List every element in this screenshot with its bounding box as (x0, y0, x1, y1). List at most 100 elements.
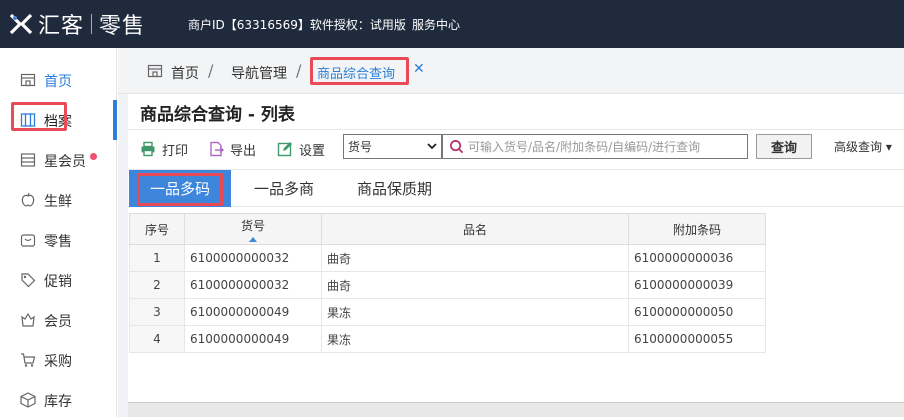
horizontal-scrollbar[interactable] (128, 402, 904, 417)
tab-bar: 一品多码 一品多商 商品保质期 (128, 169, 904, 207)
cell-name: 果冻 (321, 298, 629, 326)
tag-icon (21, 273, 36, 288)
export-label: 导出 (230, 143, 257, 159)
table-row[interactable]: 2 6100000000032 曲奇 6100000000039 (129, 271, 766, 299)
close-tab-icon[interactable]: ✕ (413, 61, 425, 77)
table-row[interactable]: 4 6100000000049 果冻 6100000000055 (129, 325, 766, 353)
retail-icon (20, 234, 36, 247)
product-table: 序号 货号 品名 附加条码 1 6100000000032 曲奇 6100000… (129, 213, 766, 353)
cell-sku: 6100000000049 (184, 325, 322, 353)
tab-shelf-life[interactable]: 商品保质期 (357, 170, 432, 207)
advanced-query-button[interactable]: 高级查询 ▾ (834, 138, 892, 155)
sidebar-item-inventory[interactable]: 库存 (0, 380, 117, 420)
merchant-info: 商户ID【63316569】软件授权：试用版 (188, 18, 406, 32)
print-button[interactable]: 打印 (140, 138, 188, 160)
sidebar-item-label: 零售 (44, 234, 72, 250)
sidebar-item-promotion[interactable]: 促销 (0, 260, 117, 300)
cell-index: 4 (129, 325, 185, 353)
cell-sku: 6100000000049 (184, 298, 322, 326)
cell-sku: 6100000000032 (184, 271, 322, 299)
breadcrumb-home[interactable]: 首页 (171, 63, 199, 83)
logo-icon (9, 13, 33, 35)
sort-asc-icon (249, 236, 257, 242)
sidebar-item-label: 库存 (44, 394, 72, 410)
app-logo: 汇客 零售 (8, 9, 145, 39)
breadcrumb-separator: / (208, 61, 214, 80)
archive-icon (20, 113, 36, 127)
cell-barcode: 6100000000039 (628, 271, 766, 299)
content-panel: 商品综合查询 - 列表 打印 导出 设置 货号 可输入货号/品名/附加条码/自编… (128, 94, 904, 417)
member-icon (21, 312, 35, 327)
breadcrumb-current-tab[interactable]: 商品综合查询 (317, 61, 395, 83)
export-icon (210, 141, 224, 157)
tab-multi-code[interactable]: 一品多码 (129, 170, 231, 207)
cell-barcode: 6100000000055 (628, 325, 766, 353)
brand-sub: 零售 (99, 14, 146, 39)
settings-label: 设置 (299, 143, 326, 159)
cell-sku: 6100000000032 (184, 244, 322, 272)
search-field-value: 货号 (348, 140, 373, 154)
print-label: 打印 (162, 143, 189, 159)
settings-button[interactable]: 设置 (277, 138, 325, 160)
search-input[interactable]: 可输入货号/品名/附加条码/自编码/进行查询 (442, 134, 748, 159)
sidebar-item-retail[interactable]: 零售 (0, 220, 117, 260)
service-center-link[interactable]: 服务中心 (412, 16, 460, 33)
search-icon (450, 140, 464, 154)
cell-index: 2 (129, 271, 185, 299)
sidebar-item-home[interactable]: 首页 (0, 60, 117, 100)
page-title: 商品综合查询 - 列表 (140, 105, 295, 125)
print-icon (141, 141, 155, 157)
home-icon (20, 73, 36, 87)
chevron-down-icon (427, 143, 437, 150)
active-indicator (113, 100, 117, 140)
divider (128, 129, 904, 130)
notification-dot (90, 153, 97, 160)
sidebar-item-label: 促销 (44, 274, 72, 290)
cart-icon (21, 353, 36, 367)
column-header-index[interactable]: 序号 (129, 213, 185, 245)
query-button[interactable]: 查询 (756, 134, 812, 159)
inventory-icon (20, 392, 36, 408)
sidebar-item-label: 首页 (44, 74, 72, 90)
sidebar-item-purchase[interactable]: 采购 (0, 340, 117, 380)
column-header-label: 货号 (240, 218, 265, 233)
cell-index: 1 (129, 244, 185, 272)
sidebar-item-label: 生鲜 (44, 194, 72, 210)
sidebar-item-member[interactable]: 会员 (0, 300, 117, 340)
sidebar-item-fresh[interactable]: 生鲜 (0, 180, 117, 220)
cell-barcode: 6100000000036 (628, 244, 766, 272)
column-header-barcode[interactable]: 附加条码 (628, 213, 766, 245)
breadcrumb-separator: / (296, 61, 302, 80)
breadcrumb-nav[interactable]: 导航管理 (231, 63, 287, 83)
cell-name: 曲奇 (321, 271, 629, 299)
column-header-sku[interactable]: 货号 (184, 213, 322, 245)
apple-icon (21, 192, 35, 207)
table-row[interactable]: 3 6100000000049 果冻 6100000000050 (129, 298, 766, 326)
home-icon (147, 64, 163, 78)
search-field-select[interactable]: 货号 (343, 134, 442, 159)
sidebar-item-label: 会员 (44, 314, 72, 330)
top-bar: 汇客 零售 商户ID【63316569】软件授权：试用版 服务中心 (0, 0, 904, 48)
logo-divider (91, 14, 93, 34)
table-row[interactable]: 1 6100000000032 曲奇 6100000000036 (129, 244, 766, 272)
tab-multi-supplier[interactable]: 一品多商 (254, 170, 314, 207)
column-header-name[interactable]: 品名 (321, 213, 629, 245)
cell-index: 3 (129, 298, 185, 326)
cell-barcode: 6100000000050 (628, 298, 766, 326)
sidebar-item-label: 采购 (44, 354, 72, 370)
edit-settings-icon (277, 142, 292, 157)
sidebar-item-star-member[interactable]: 星会员 (0, 140, 117, 180)
main-area: 首页 / 导航管理 / 商品综合查询 ✕ 商品综合查询 - 列表 打印 导出 设… (118, 48, 904, 417)
sidebar-item-label: 星会员 (44, 154, 86, 170)
brand-name: 汇客 (38, 14, 85, 39)
search-placeholder: 可输入货号/品名/附加条码/自编码/进行查询 (468, 140, 701, 154)
sidebar-item-label: 档案 (44, 114, 72, 130)
sidebar-item-archive[interactable]: 档案 (0, 100, 117, 140)
export-button[interactable]: 导出 (208, 138, 256, 160)
sidebar: 首页 档案 星会员 生鲜 零售 促销 会员 采购 库存 (0, 48, 117, 417)
breadcrumb: 首页 / 导航管理 / 商品综合查询 ✕ (118, 48, 904, 94)
table-header-row: 序号 货号 品名 附加条码 (129, 213, 766, 245)
cell-name: 曲奇 (321, 244, 629, 272)
star-member-icon (20, 153, 36, 167)
cell-name: 果冻 (321, 325, 629, 353)
